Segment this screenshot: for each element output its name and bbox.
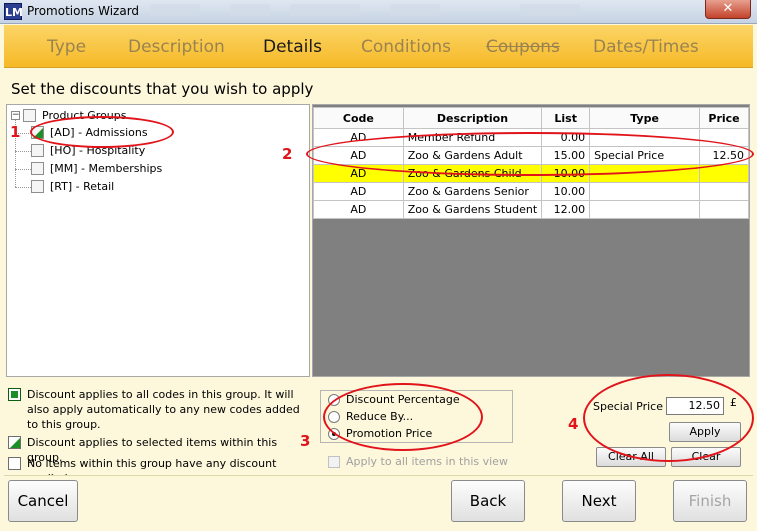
cell-price <box>699 200 749 219</box>
cancel-button[interactable]: Cancel <box>8 480 78 522</box>
table-header-row: Code Description List Type Price <box>313 107 749 129</box>
full-check-icon <box>8 388 21 401</box>
tab-dates-times[interactable]: Dates/Times <box>593 37 699 57</box>
close-icon: ✕ <box>722 1 734 16</box>
annotation-ellipse-4 <box>583 374 754 462</box>
column-header-type[interactable]: Type <box>589 107 701 129</box>
tree-checkbox[interactable] <box>23 109 36 122</box>
tree-guide <box>15 169 31 170</box>
background-window-blur <box>390 4 440 16</box>
tree-item-label: [MM] - Memberships <box>50 162 163 175</box>
column-header-list[interactable]: List <box>541 107 591 129</box>
tree-guide <box>15 187 31 188</box>
column-header-description[interactable]: Description <box>402 107 543 129</box>
tree-checkbox[interactable] <box>31 162 44 175</box>
close-button[interactable]: ✕ <box>705 0 751 19</box>
next-button[interactable]: Next <box>562 480 636 522</box>
apply-all-label: Apply to all items in this view <box>346 455 508 468</box>
background-window-blur <box>150 4 200 16</box>
tree-checkbox[interactable] <box>31 144 44 157</box>
table-row[interactable]: AD Zoo & Gardens Senior 10.00 <box>313 182 749 201</box>
tree-guide <box>15 151 31 152</box>
page-heading: Set the discounts that you wish to apply <box>11 80 314 98</box>
background-window-blur <box>230 4 270 16</box>
tab-conditions[interactable]: Conditions <box>361 37 451 57</box>
column-header-price[interactable]: Price <box>699 107 749 129</box>
wizard-steps: Type Description Details Conditions Coup… <box>4 25 753 68</box>
background-window-blur <box>520 4 580 16</box>
annotation-ellipse-2 <box>306 132 754 176</box>
cell-code: AD <box>313 182 404 201</box>
annotation-number-1: 1 <box>10 123 21 141</box>
legend-text: Discount applies to all codes in this gr… <box>27 388 300 431</box>
tree-item-memberships[interactable]: [MM] - Memberships <box>31 162 162 175</box>
finish-button[interactable]: Finish <box>673 480 747 522</box>
tab-coupons[interactable]: Coupons <box>486 37 560 57</box>
tree-item-label: [RT] - Retail <box>50 180 115 193</box>
cell-list: 10.00 <box>541 182 591 201</box>
legend-all-codes: Discount applies to all codes in this gr… <box>8 387 308 432</box>
annotation-number-3: 3 <box>300 432 311 450</box>
back-button[interactable]: Back <box>451 480 525 522</box>
annotation-ellipse-3 <box>323 383 483 451</box>
tab-description[interactable]: Description <box>128 37 225 57</box>
tab-details[interactable]: Details <box>263 37 322 57</box>
tree-checkbox[interactable] <box>31 180 44 193</box>
cell-code: AD <box>313 200 404 219</box>
apply-all-checkbox[interactable]: Apply to all items in this view <box>328 455 508 468</box>
empty-check-icon <box>8 457 21 470</box>
partial-check-icon <box>8 436 21 449</box>
cell-type <box>589 182 701 201</box>
cell-list: 12.00 <box>541 200 591 219</box>
tree-item-retail[interactable]: [RT] - Retail <box>31 180 114 193</box>
product-group-tree[interactable]: − Product Groups [AD] - Admissions [HO] … <box>6 104 310 377</box>
annotation-number-2: 2 <box>282 145 293 163</box>
table-row[interactable]: AD Zoo & Gardens Student 12.00 <box>313 200 749 219</box>
collapse-icon[interactable]: − <box>11 111 20 120</box>
checkbox[interactable] <box>328 455 340 468</box>
cell-description: Zoo & Gardens Student <box>402 200 543 219</box>
annotation-ellipse-1 <box>30 116 174 148</box>
cell-type <box>589 200 701 219</box>
cell-price <box>699 182 749 201</box>
window-title: Promotions Wizard <box>27 4 140 18</box>
tab-type[interactable]: Type <box>47 37 86 57</box>
bottom-bar <box>4 475 753 527</box>
title-bar: LM Promotions Wizard ✕ <box>0 0 757 24</box>
annotation-number-4: 4 <box>568 415 579 433</box>
column-header-code[interactable]: Code <box>313 107 404 129</box>
app-icon: LM <box>4 3 23 20</box>
cell-description: Zoo & Gardens Senior <box>402 182 543 201</box>
background-window-blur <box>290 4 360 16</box>
